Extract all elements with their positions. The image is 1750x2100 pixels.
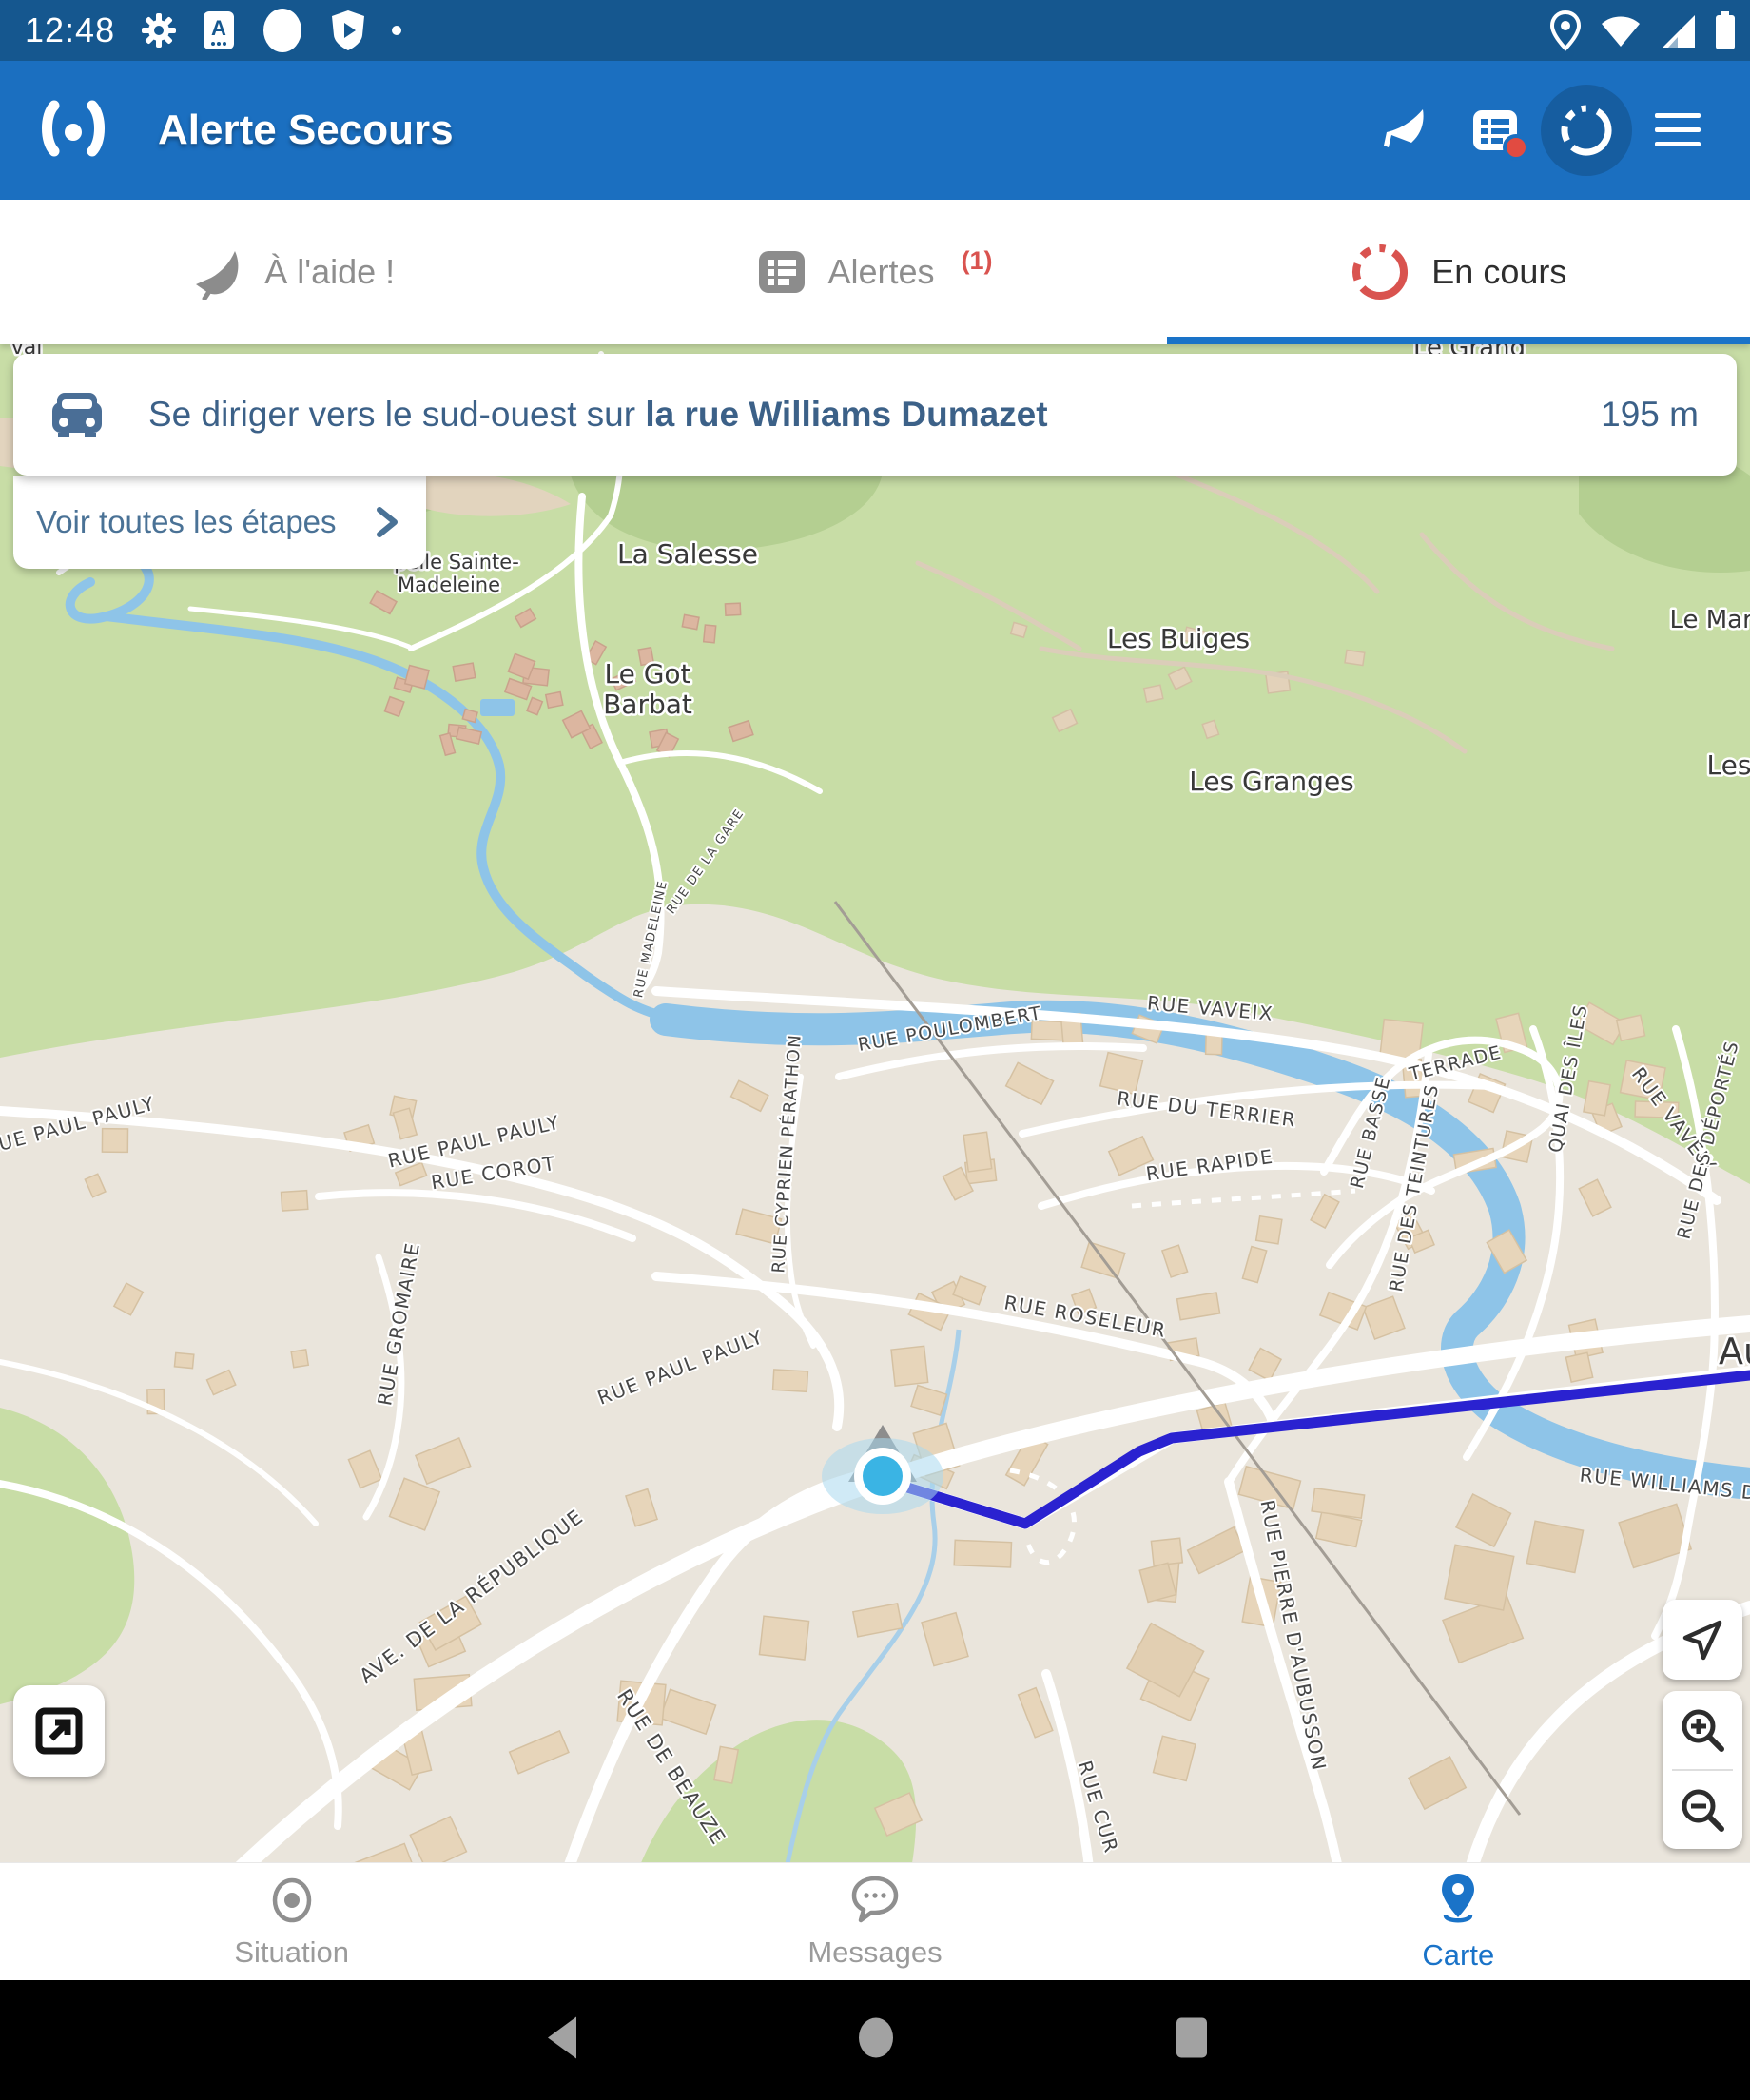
- location-status-icon: [1548, 10, 1583, 51]
- battery-icon: [1714, 10, 1737, 51]
- tab-ongoing-label: En cours: [1431, 252, 1566, 292]
- broadcast-button[interactable]: [1358, 85, 1449, 176]
- cell-signal-icon: [1659, 11, 1697, 49]
- map-place-label: Barbat: [603, 689, 692, 720]
- instruction-road: la rue Williams Dumazet: [645, 395, 1047, 434]
- car-icon: [49, 391, 105, 438]
- messages-button[interactable]: [1449, 85, 1541, 176]
- menu-button[interactable]: [1632, 85, 1723, 176]
- zoom-in-button[interactable]: [1662, 1691, 1742, 1769]
- map-place-label: Les: [1707, 749, 1750, 781]
- clock: 12:48: [25, 10, 115, 50]
- recenter-button[interactable]: [1662, 1600, 1742, 1680]
- navigation-instruction-card[interactable]: Se diriger vers le sud-ouest sur la rue …: [13, 354, 1737, 476]
- map-place-label: La Salesse: [617, 538, 758, 570]
- nav-messages-label: Messages: [807, 1935, 942, 1970]
- tab-bar: À l'aide ! Alertes (1) En cours: [0, 200, 1750, 344]
- android-recents-button[interactable]: [1171, 2014, 1213, 2067]
- all-steps-link[interactable]: Voir toutes les étapes: [13, 476, 426, 569]
- translate-app-icon: A: [203, 10, 235, 50]
- nav-situation-label: Situation: [234, 1935, 349, 1970]
- zoom-out-button[interactable]: [1662, 1771, 1742, 1849]
- map-place-label: Au: [1719, 1331, 1750, 1372]
- alert-list-icon: [757, 249, 807, 295]
- app-title: Alerte Secours: [158, 107, 454, 154]
- nav-carte-label: Carte: [1422, 1938, 1494, 1973]
- instruction-distance: 195 m: [1601, 395, 1699, 435]
- alerte-secours-logo-icon: [38, 98, 108, 164]
- map-place-label: Le Marc: [1669, 606, 1750, 634]
- instruction-text: Se diriger vers le sud-ouest sur la rue …: [148, 395, 1048, 435]
- wifi-icon: [1600, 12, 1642, 49]
- app-bar: Alerte Secours: [0, 61, 1750, 200]
- navigation-arrow-icon: [1678, 1615, 1727, 1664]
- shield-play-icon: [330, 10, 366, 51]
- active-tab-indicator: [1167, 337, 1750, 344]
- map-pin-icon: [1432, 1872, 1484, 1929]
- megaphone-icon: [188, 244, 243, 300]
- map-place-label: Madeleine: [398, 574, 500, 596]
- tab-help-label: À l'aide !: [264, 252, 395, 292]
- bottom-navigation: Situation Messages Carte: [0, 1862, 1750, 1980]
- tab-help[interactable]: À l'aide !: [0, 200, 583, 344]
- zoom-in-icon: [1676, 1703, 1729, 1757]
- chevron-right-icon: [373, 506, 401, 538]
- nav-carte[interactable]: Carte: [1167, 1863, 1750, 1980]
- all-steps-label: Voir toutes les étapes: [36, 504, 337, 540]
- tab-alerts[interactable]: Alertes (1): [583, 200, 1166, 344]
- ongoing-spinner-icon: [1350, 242, 1410, 302]
- gear-icon: [140, 11, 178, 49]
- fullscreen-map-button[interactable]: [13, 1685, 105, 1777]
- tab-alerts-badge: (1): [962, 246, 993, 276]
- map-place-label: Les Buiges: [1107, 623, 1250, 654]
- situation-target-icon: [266, 1875, 318, 1926]
- map[interactable]: valLe GrandLa Salessepelle Sainte-Madele…: [0, 344, 1750, 1980]
- svg-text:A: A: [211, 16, 226, 40]
- android-home-button[interactable]: [854, 2014, 898, 2067]
- android-back-button[interactable]: [540, 2014, 582, 2067]
- map-place-label: Le Got: [604, 658, 690, 690]
- android-navigation-bar: [0, 1980, 1750, 2100]
- tab-ongoing[interactable]: En cours: [1167, 200, 1750, 344]
- map-place-label: Les Granges: [1189, 766, 1354, 797]
- zoom-out-icon: [1676, 1783, 1729, 1837]
- zoom-controls: [1662, 1691, 1742, 1849]
- status-bar: 12:48 A: [0, 0, 1750, 61]
- open-external-icon: [31, 1703, 87, 1759]
- nav-situation[interactable]: Situation: [0, 1863, 583, 1980]
- chat-bubble-icon: [848, 1875, 902, 1926]
- ongoing-alert-spinner-button[interactable]: [1541, 85, 1632, 176]
- notification-dot-icon: [391, 25, 402, 36]
- tab-alerts-label: Alertes: [827, 252, 934, 292]
- unread-badge: [1503, 134, 1529, 161]
- nav-messages[interactable]: Messages: [583, 1863, 1166, 1980]
- circle-notification-icon: [260, 8, 305, 53]
